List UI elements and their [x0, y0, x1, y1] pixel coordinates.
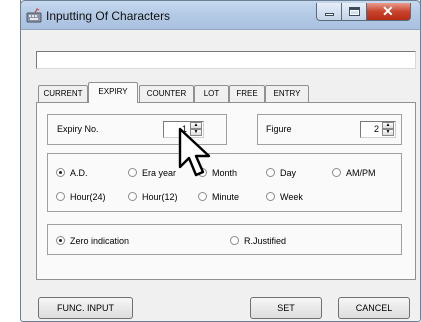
radio-label: Era year [142, 168, 177, 178]
func-input-button[interactable]: FUNC. INPUT [38, 297, 133, 319]
maximize-icon [349, 7, 360, 16]
radio-label: Hour(24) [70, 192, 106, 202]
figure-group: Figure 2 ▲ ▼ [257, 114, 402, 145]
radio-indicator [128, 192, 137, 201]
tab-free[interactable]: FREE [229, 85, 265, 102]
arrow-up-icon[interactable]: ▲ [382, 122, 394, 129]
tab-entry[interactable]: ENTRY [265, 85, 309, 102]
radio-indicator [332, 168, 341, 177]
radio-label: Day [280, 168, 297, 178]
radio-indicator [56, 168, 65, 177]
keyboard-app-icon [26, 8, 42, 23]
indication-group: Zero indication R.Justified [47, 224, 402, 255]
cancel-button[interactable]: CANCEL [338, 297, 410, 319]
figure-value: 2 [373, 124, 379, 134]
radio-indicator [56, 192, 65, 201]
mouse-pointer-icon [178, 127, 211, 177]
radio-label: R.Justified [244, 236, 287, 246]
title-bar[interactable]: Inputting Of Characters ✕ [20, 0, 421, 30]
radio-label: Zero indication [70, 236, 130, 246]
radio-indicator [266, 168, 275, 177]
tab-current[interactable]: CURRENT [38, 85, 88, 102]
radio-indicator [266, 192, 275, 201]
minimize-icon [325, 13, 334, 16]
radio-label: A.D. [70, 168, 88, 178]
close-button[interactable]: ✕ [367, 3, 411, 21]
arrow-down-icon[interactable]: ▼ [382, 129, 394, 136]
maximize-button[interactable] [342, 3, 367, 21]
tab-expiry[interactable]: EXPIRY [88, 82, 138, 103]
radio-label: Hour(12) [142, 192, 178, 202]
expiry-no-label: Expiry No. [57, 124, 99, 134]
set-button[interactable]: SET [250, 297, 322, 319]
radio-label: Minute [212, 192, 240, 202]
tab-lot[interactable]: LOT [194, 85, 229, 102]
date-unit-group: A.D. Era year Month Day AM/PM Hour(24) H… [47, 153, 402, 212]
radio-label: AM/PM [346, 168, 376, 178]
figure-label: Figure [266, 124, 292, 134]
window-title: Inputting Of Characters [46, 9, 171, 23]
radio-label: Week [280, 192, 303, 202]
figure-spinner[interactable]: 2 ▲ ▼ [360, 121, 396, 138]
close-icon: ✕ [382, 3, 394, 19]
radio-indicator [230, 236, 239, 245]
radio-indicator [198, 192, 207, 201]
expiry-tab-panel: Expiry No. 1 ▲ ▼ Figure 2 ▲ ▼ A.D. Era y… [36, 102, 416, 280]
radio-indicator [56, 236, 65, 245]
radio-indicator [128, 168, 137, 177]
minimize-button[interactable] [316, 3, 342, 21]
character-input-field[interactable] [36, 51, 416, 69]
tab-counter[interactable]: COUNTER [139, 85, 194, 102]
